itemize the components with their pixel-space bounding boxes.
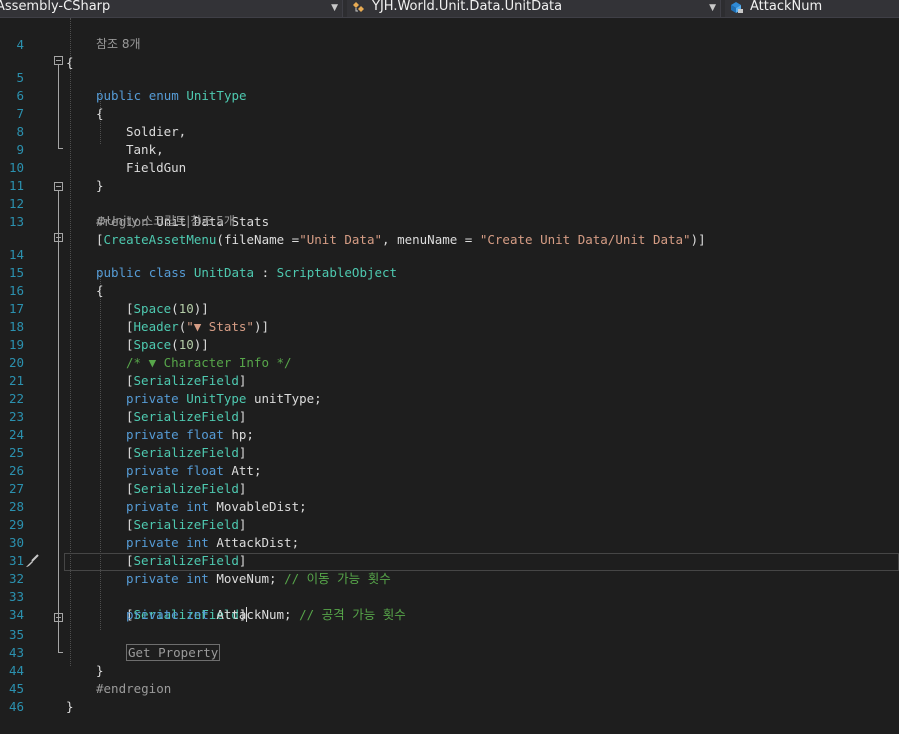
code-line: 27 private int MovableDist; xyxy=(0,462,899,514)
code-line: 16 [Space(10)] xyxy=(0,264,899,316)
code-line: 45 } xyxy=(0,662,899,714)
code-line: 5 public enum UnitType xyxy=(0,51,899,103)
code-line: 8 Tank, xyxy=(0,105,899,157)
code-line: 6 { xyxy=(0,69,899,121)
code-line: 30 [SerializeField] xyxy=(0,516,899,568)
code-line: 44 #endregion xyxy=(0,644,899,696)
chevron-down-icon: ▼ xyxy=(709,3,716,13)
code-line: 18 [Space(10)] xyxy=(0,300,899,352)
code-line: 31 private int MoveNum; // 이동 가능 횟수 xyxy=(0,534,899,586)
code-line-current: 32 [SerializeField] xyxy=(0,552,899,622)
code-line: 33 private int AttackNum; // 공격 가능 횟수 xyxy=(0,570,899,622)
codelens-references-text: Unity 스크립트|참조 5개 xyxy=(106,214,235,228)
code-line: 24 [SerializeField] xyxy=(0,408,899,460)
field-member-icon xyxy=(731,2,743,13)
code-line: 10 } xyxy=(0,141,899,193)
code-line: 19 /* ▼ Character Info */ xyxy=(0,318,899,370)
code-line: 25 private float Att; xyxy=(0,426,899,478)
code-line: 28 [SerializeField] xyxy=(0,480,899,532)
code-line: 21 private UnitType unitType; xyxy=(0,354,899,406)
unity-icon: ⚙ xyxy=(96,214,107,228)
line-number: 46 xyxy=(8,699,24,714)
type-scope-dropdown-label: YJH.World.Unit.Data.UnitData xyxy=(372,0,563,14)
code-line: 13 [CreateAssetMenu(fileName ="Unit Data… xyxy=(0,195,899,247)
navigation-bar: Assembly-CSharp ▼ YJH.World.Unit.Data.Un… xyxy=(0,0,899,18)
code-line: 12 #region Unit Data Stats xyxy=(0,177,899,229)
project-dropdown[interactable]: Assembly-CSharp ▼ xyxy=(0,0,343,17)
quick-action-brush-icon[interactable] xyxy=(24,553,40,569)
member-dropdown[interactable]: AttackNum xyxy=(725,0,899,17)
code-editor[interactable]: 4 { 참조 8개 5 public enum UnitType 6 { 7 S… xyxy=(0,18,899,714)
code-line: 26 [SerializeField] xyxy=(0,444,899,496)
code-line: 35 Get Property xyxy=(0,608,899,661)
project-dropdown-label: Assembly-CSharp xyxy=(0,0,111,14)
code-line: 23 private float hp; xyxy=(0,390,899,442)
code-line: 43 } xyxy=(0,626,899,678)
code-line: 34 xyxy=(0,588,899,622)
code-line: 22 [SerializeField] xyxy=(0,372,899,424)
chevron-down-icon: ▼ xyxy=(331,3,338,13)
codelens-references[interactable]: ⚙Unity 스크립트|참조 5개 xyxy=(96,214,235,229)
code-line: 15 { xyxy=(0,246,899,298)
code-line: 29 private int AttackDist; xyxy=(0,498,899,550)
type-scope-dropdown[interactable]: YJH.World.Unit.Data.UnitData ▼ xyxy=(347,0,721,17)
code-line: 11 xyxy=(0,159,899,193)
namespace-class-icon xyxy=(353,2,364,12)
code-line: 9 FieldGun xyxy=(0,123,899,175)
code-line: 20 [SerializeField] xyxy=(0,336,899,388)
codelens-references[interactable]: 참조 8개 xyxy=(96,37,141,52)
member-dropdown-label: AttackNum xyxy=(750,0,823,14)
code-line: 7 Soldier, xyxy=(0,87,899,139)
code-line: 17 [Header("▼ Stats")] xyxy=(0,282,899,334)
code-text: } xyxy=(66,699,74,714)
code-line: 14 public class UnitData : ScriptableObj… xyxy=(0,228,899,280)
code-line: 4 { xyxy=(0,18,899,70)
code-line: 46 xyxy=(0,680,899,714)
